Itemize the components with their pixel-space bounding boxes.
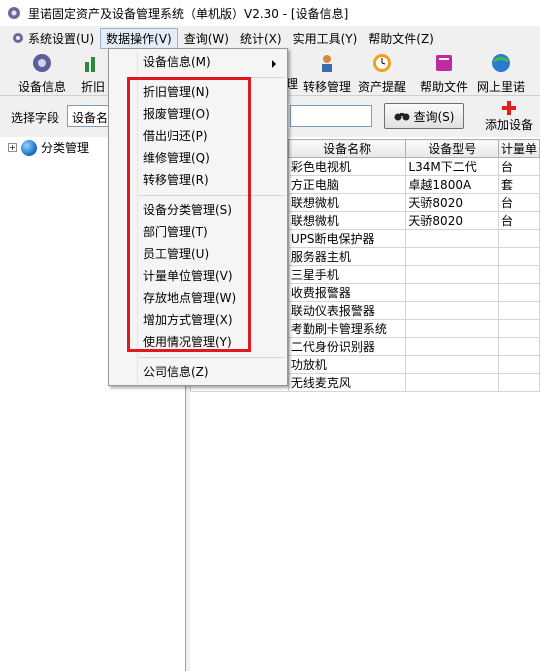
table-cell-device-name: 无线麦克风 <box>287 373 407 392</box>
table-cell-device-model <box>405 247 499 266</box>
table-cell-device-name: 三星手机 <box>287 265 407 284</box>
help-file-button[interactable]: 帮助文件 <box>418 52 470 94</box>
table-cell-device-model: 天骄8020 <box>405 211 499 230</box>
device-info-button[interactable]: 设备信息 <box>14 52 70 94</box>
table-cell-device-name: 联想微机 <box>287 193 407 212</box>
transfer-management-button[interactable]: 转移管理 <box>300 52 354 94</box>
table-cell-unit: 套 <box>497 175 540 194</box>
table-cell-unit <box>497 247 540 266</box>
column-header-device-model[interactable]: 设备型号 <box>405 139 499 158</box>
table-cell-device-model <box>405 229 499 248</box>
table-cell-unit <box>497 229 540 248</box>
table-cell-device-model: L34M下二代 <box>405 157 499 176</box>
person-icon <box>322 55 332 72</box>
menu-separator <box>139 357 285 358</box>
menu-item-company-info[interactable]: 公司信息(Z) <box>143 362 209 382</box>
asset-reminder-button[interactable]: 资产提醒 <box>356 52 408 94</box>
field-select-label: 选择字段 <box>11 111 60 125</box>
table-cell-device-model <box>405 337 499 356</box>
table-cell-device-name: 彩色电视机 <box>287 157 407 176</box>
tree-root-label: 分类管理 <box>41 141 90 155</box>
query-button[interactable]: 查询(S) <box>384 103 464 129</box>
table-cell-device-model: 卓越1800A <box>405 175 499 194</box>
keyword-input[interactable] <box>290 105 372 127</box>
table-cell-device-model <box>405 283 499 302</box>
table-cell-device-name: 考勤刷卡管理系统 <box>287 319 407 338</box>
column-header-unit[interactable]: 计量单 <box>497 139 540 158</box>
binoculars-icon <box>394 113 409 121</box>
highlight-box <box>127 77 251 352</box>
table-cell-unit <box>497 283 540 302</box>
table-cell-device-model <box>405 355 499 374</box>
menu-statistics[interactable]: 统计(X) <box>235 29 287 48</box>
gear-icon <box>33 54 51 72</box>
add-device-button[interactable]: 添加设备 <box>478 99 540 133</box>
table-cell-device-model <box>405 373 499 392</box>
menu-data-operations[interactable]: 数据操作(V) <box>100 27 178 49</box>
online-lino-button[interactable]: 网上里诺 <box>474 52 528 94</box>
menu-query[interactable]: 查询(W) <box>179 29 234 48</box>
add-device-label: 添加设备 <box>484 118 533 132</box>
table-cell-unit: 台 <box>497 211 540 230</box>
clock-icon <box>373 54 391 72</box>
globe-icon <box>492 54 510 72</box>
table-cell-device-name: 联动仪表报警器 <box>287 301 407 320</box>
table-cell-unit <box>497 337 540 356</box>
table-cell-unit <box>497 373 540 392</box>
gear-icon <box>13 33 23 43</box>
window-title: 里诺固定资产及设备管理系统（单机版）V2.30 - [设备信息] <box>28 6 349 21</box>
menu-system-settings[interactable]: 系统设置(U) <box>6 29 99 48</box>
table-cell-device-model <box>405 265 499 284</box>
table-cell-device-name: 功放机 <box>287 355 407 374</box>
table-cell-unit <box>497 265 540 284</box>
table-cell-device-model: 天骄8020 <box>405 193 499 212</box>
table-cell-device-name: 收费报警器 <box>287 283 407 302</box>
column-header-device-name[interactable]: 设备名称 <box>287 139 407 158</box>
expand-icon[interactable]: + <box>8 143 17 152</box>
menu-tools[interactable]: 实用工具(Y) <box>288 29 363 48</box>
chart-icon <box>85 57 95 72</box>
plus-icon <box>502 101 516 115</box>
table-cell-unit <box>497 301 540 320</box>
menu-bar: 系统设置(U) 数据操作(V) 查询(W) 统计(X) 实用工具(Y) 帮助文件… <box>0 27 540 49</box>
table-cell-device-model <box>405 301 499 320</box>
globe-icon <box>21 139 37 156</box>
query-button-label: 查询(S) <box>413 109 455 124</box>
table-cell-device-model <box>405 319 499 338</box>
menu-label: 系统设置(U) <box>28 31 95 46</box>
table-cell-device-name: 服务器主机 <box>287 247 407 266</box>
menu-item-device-info[interactable]: 设备信息(M) <box>143 52 211 72</box>
table-cell-device-name: 方正电脑 <box>287 175 407 194</box>
table-cell-device-name: 二代身份识别器 <box>287 337 407 356</box>
table-cell-unit <box>497 319 540 338</box>
tree-root-node[interactable]: + 分类管理 <box>8 139 89 156</box>
help-book-icon <box>436 55 452 71</box>
menu-help[interactable]: 帮助文件(Z) <box>363 29 439 48</box>
table-cell-device-name: UPS断电保护器 <box>287 229 407 248</box>
table-cell-unit: 台 <box>497 157 540 176</box>
table-cell-device-name: 联想微机 <box>287 211 407 230</box>
app-gear-icon <box>8 7 20 19</box>
title-bar: 里诺固定资产及设备管理系统（单机版）V2.30 - [设备信息] <box>0 0 540 26</box>
depreciation-button[interactable]: 折旧 <box>78 52 108 94</box>
submenu-arrow-icon <box>272 60 276 68</box>
table-cell-unit <box>497 355 540 374</box>
table-cell-unit: 台 <box>497 193 540 212</box>
